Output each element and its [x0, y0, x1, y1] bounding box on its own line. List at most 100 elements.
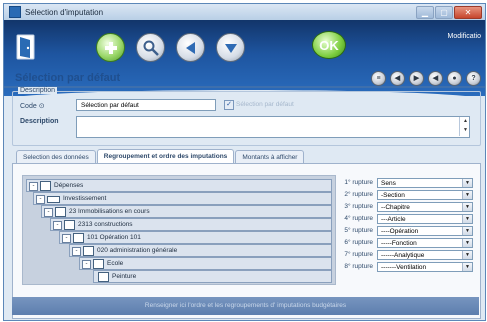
tab-data-selection[interactable]: Selection des données [16, 150, 96, 164]
rupture-label: 2° rupture [344, 191, 373, 198]
exit-door-icon[interactable] [12, 33, 39, 60]
default-selection-checkbox[interactable]: ✓ [224, 100, 234, 110]
tree-row[interactable]: - 020 administration générale [69, 244, 332, 257]
rupture-label: 8° rupture [344, 263, 373, 270]
title-divider [4, 86, 485, 88]
menu-icon[interactable]: ≡ [371, 71, 386, 86]
default-selection-label: Sélection par défaut [236, 101, 294, 108]
chevron-down-icon[interactable]: ▼ [462, 179, 472, 187]
mode-label: Modificatio [447, 33, 481, 40]
rupture-label: 5° rupture [344, 227, 373, 234]
chevron-down-icon[interactable]: ▼ [462, 203, 472, 211]
rupture-select[interactable]: -Section ▼ [377, 190, 473, 200]
rupture-value: --Chapitre [381, 204, 410, 211]
chevron-down-icon[interactable]: ▼ [462, 227, 472, 235]
collapse-toggle-icon[interactable]: - [53, 221, 62, 230]
rupture-value: ------Analytique [381, 252, 425, 259]
tree-row-label: Peinture [112, 273, 137, 280]
rupture-value: -----Fonction [381, 240, 417, 247]
collapse-toggle-icon[interactable]: - [72, 247, 81, 256]
tree-row[interactable]: - Ecole [79, 257, 332, 270]
app-icon [9, 6, 21, 18]
minimize-button[interactable]: ▁ [416, 6, 434, 19]
tree-row[interactable]: - 23 Immobilisations en cours [41, 205, 332, 218]
node-icon [73, 233, 84, 243]
chevron-down-icon[interactable]: ▼ [462, 263, 472, 271]
rupture-select[interactable]: Sens ▼ [377, 178, 473, 188]
chevron-down-icon[interactable]: ▼ [462, 239, 472, 247]
first-record-icon[interactable]: ◀ [390, 71, 405, 86]
ok-button[interactable]: OK [312, 31, 346, 59]
tree-row[interactable]: - Investissement [33, 192, 332, 205]
radio-icon: ⊙ [38, 103, 45, 110]
description-scrollbar[interactable]: ▲ ▼ [459, 117, 471, 136]
tab-bar: Selection des données Regroupement et or… [16, 149, 305, 164]
rupture-select[interactable]: -------Ventilation ▼ [377, 262, 473, 272]
search-icon[interactable] [136, 33, 165, 62]
rupture-select[interactable]: -----Fonction ▼ [377, 238, 473, 248]
node-icon [98, 272, 109, 282]
rupture-value: ---Article [381, 216, 406, 223]
tree-row-label: Ecole [107, 260, 124, 267]
tree-row-label: Investissement [63, 195, 107, 202]
collapse-toggle-icon[interactable]: - [36, 195, 45, 204]
chevron-down-icon[interactable]: ▼ [462, 251, 472, 259]
rupture-value: -------Ventilation [381, 264, 427, 271]
collapse-toggle-icon[interactable]: - [44, 208, 53, 217]
tab-amounts[interactable]: Montants à afficher [235, 150, 305, 164]
rupture-label: 4° rupture [344, 215, 373, 222]
next-down-arrow-icon[interactable] [216, 33, 245, 62]
page-title: Sélection par défaut [15, 72, 121, 84]
title-bar: Sélection d'imputation ▁ ▢ ✕ [4, 4, 485, 20]
rupture-select[interactable]: ------Analytique ▼ [377, 250, 473, 260]
chevron-down-icon[interactable]: ▼ [462, 215, 472, 223]
node-icon [40, 181, 51, 191]
rupture-label: 6° rupture [344, 239, 373, 246]
rupture-label: 3° rupture [344, 203, 373, 210]
previous-arrow-icon[interactable] [176, 33, 205, 62]
node-icon [64, 220, 75, 230]
description-legend: Description [18, 87, 58, 94]
tree-row-label: 020 administration générale [97, 247, 178, 254]
maximize-button[interactable]: ▢ [435, 6, 453, 19]
description-label: Description [20, 118, 59, 125]
description-textarea[interactable] [76, 116, 470, 138]
tree-row-label: 2313 constructions [78, 221, 133, 228]
tree-row[interactable]: Peinture [93, 270, 332, 283]
close-button[interactable]: ✕ [454, 6, 482, 19]
rupture-value: ----Opération [381, 228, 419, 235]
window-controls: ▁ ▢ ✕ [416, 6, 482, 19]
tree-row[interactable]: - Dépenses [26, 179, 332, 192]
rewind-icon[interactable]: ◀ [428, 71, 443, 86]
rupture-select[interactable]: --Chapitre ▼ [377, 202, 473, 212]
add-icon[interactable] [96, 33, 125, 62]
node-icon [83, 246, 94, 256]
chevron-down-icon[interactable]: ▼ [462, 191, 472, 199]
help-icon[interactable]: ? [466, 71, 481, 86]
rupture-value: Sens [381, 180, 396, 187]
tree-row[interactable]: - 101 Opération 101 [59, 231, 332, 244]
collapse-toggle-icon[interactable]: - [82, 260, 91, 269]
status-bar: Renseigner ici l'ordre et les regroupeme… [12, 297, 479, 315]
collapse-toggle-icon[interactable]: - [29, 182, 38, 191]
rupture-select[interactable]: ---Article ▼ [377, 214, 473, 224]
last-record-icon[interactable]: ▶ [409, 71, 424, 86]
settings-icon[interactable]: ● [447, 71, 462, 86]
app-window: Sélection d'imputation ▁ ▢ ✕ OK Modifica… [3, 3, 486, 321]
tree-row-label: 23 Immobilisations en cours [69, 208, 150, 215]
node-icon [47, 196, 60, 203]
toolbar: OK Modificatio ≡ ◀ ▶ ◀ ● ? [4, 20, 485, 100]
rupture-label: 7° rupture [344, 251, 373, 258]
tree-row-label: 101 Opération 101 [87, 234, 141, 241]
tab-grouping-order[interactable]: Regroupement et ordre des imputations [96, 149, 235, 164]
rupture-label: 1° rupture [344, 179, 373, 186]
rupture-value: -Section [381, 192, 405, 199]
tree-row-label: Dépenses [54, 182, 84, 189]
code-label: Code ⊙ [20, 103, 45, 110]
code-input[interactable]: Sélection par défaut [76, 99, 216, 111]
rupture-select[interactable]: ----Opération ▼ [377, 226, 473, 236]
tree-row[interactable]: - 2313 constructions [50, 218, 332, 231]
node-icon [93, 259, 104, 269]
window-title: Sélection d'imputation [25, 7, 104, 17]
collapse-toggle-icon[interactable]: - [62, 234, 71, 243]
